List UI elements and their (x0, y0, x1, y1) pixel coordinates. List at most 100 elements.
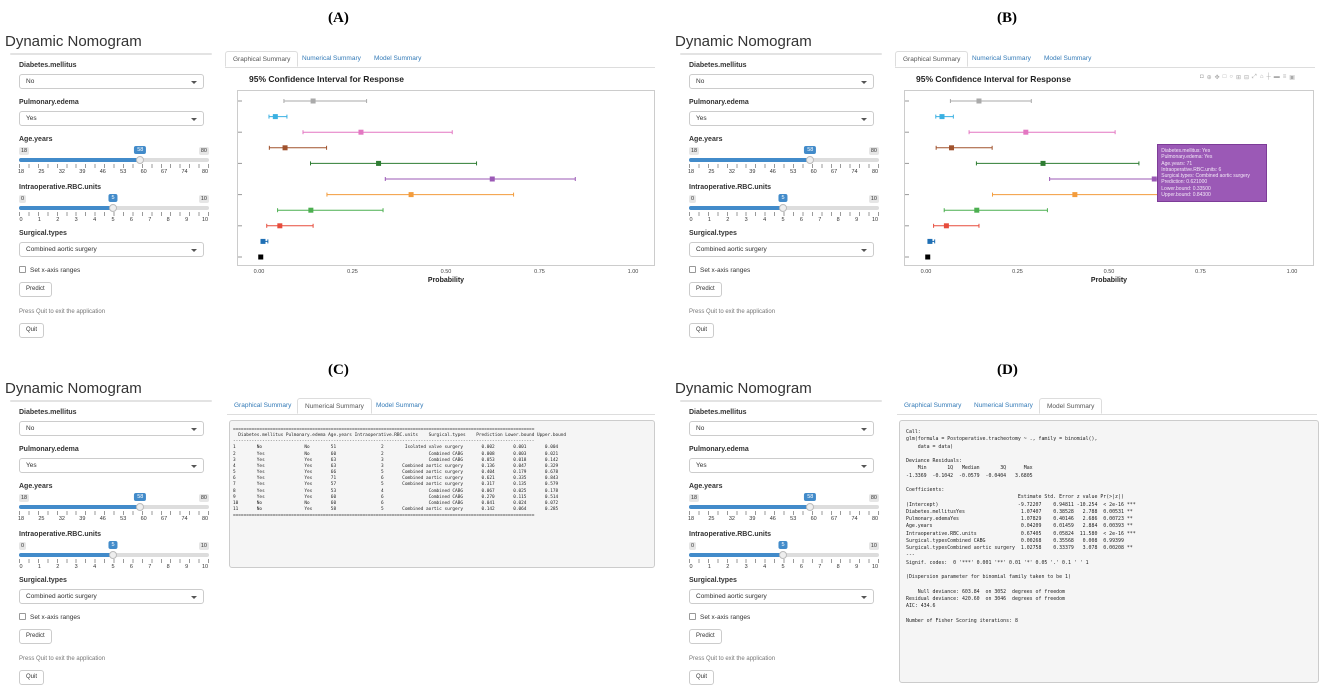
tab-numerical-summary[interactable]: Numerical Summary (295, 51, 368, 67)
ci-point[interactable] (949, 145, 955, 151)
zoom-out-icon[interactable]: ⊟ (1244, 74, 1249, 81)
tab-graphical-summary[interactable]: Graphical Summary (897, 398, 968, 414)
xaxis-range-checkbox[interactable]: Set x-axis ranges (19, 613, 80, 621)
ci-row[interactable] (933, 223, 980, 229)
ci-point[interactable] (974, 207, 980, 213)
pulmonary-select[interactable]: Yes (19, 111, 204, 126)
select-icon[interactable]: □ (1223, 74, 1227, 81)
lasso-icon[interactable]: ○ (1229, 74, 1233, 81)
rbc-slider[interactable]: 0 10 5 0 1 2 3 4 5 6 7 8 9 10 (19, 194, 209, 229)
tab-numerical-summary[interactable]: Numerical Summary (297, 398, 372, 414)
rbc-slider[interactable]: 0 10 5 0 1 2 3 4 5 6 7 8 9 10 (19, 541, 209, 576)
ci-point[interactable] (1023, 129, 1029, 135)
slider-handle[interactable] (779, 551, 787, 559)
ci-point[interactable] (943, 223, 949, 229)
surgical-select[interactable]: Combined aortic surgery (19, 242, 204, 257)
xaxis-range-checkbox[interactable]: Set x-axis ranges (689, 613, 750, 621)
ci-row[interactable] (260, 238, 269, 244)
ci-point[interactable] (272, 114, 278, 120)
predict-button[interactable]: Predict (19, 629, 52, 644)
tab-graphical-summary[interactable]: Graphical Summary (895, 51, 969, 67)
pan-icon[interactable]: ✥ (1215, 74, 1220, 81)
surgical-select[interactable]: Combined aortic surgery (19, 589, 204, 604)
ci-row[interactable] (992, 192, 1176, 198)
ci-row[interactable] (935, 114, 954, 120)
checkbox-box[interactable] (19, 266, 26, 273)
tab-model-summary[interactable]: Model Summary (369, 398, 430, 414)
tab-numerical-summary[interactable]: Numerical Summary (967, 398, 1040, 414)
rbc-slider[interactable]: 0 10 5 0 1 2 3 4 5 6 7 8 9 10 (689, 541, 879, 576)
ci-point[interactable] (1040, 160, 1046, 166)
zoom-in-icon[interactable]: ⊞ (1236, 74, 1241, 81)
ci-row[interactable] (384, 176, 576, 182)
tab-graphical-summary[interactable]: Graphical Summary (227, 398, 298, 414)
ci-row[interactable] (927, 238, 936, 244)
slider-handle[interactable] (779, 204, 787, 212)
ci-row[interactable] (968, 129, 1116, 135)
tab-model-summary[interactable]: Model Summary (1037, 51, 1098, 67)
pulmonary-select[interactable]: Yes (689, 458, 874, 473)
age-slider[interactable]: 18 80 58 18 25 32 39 46 53 60 67 74 80 (18, 146, 209, 181)
quit-button[interactable]: Quit (19, 323, 45, 338)
slider-handle[interactable] (806, 503, 815, 511)
diabetes-select[interactable]: No (19, 421, 204, 436)
ci-point[interactable] (1072, 192, 1078, 198)
ci-row[interactable] (309, 160, 478, 166)
predict-button[interactable]: Predict (689, 629, 722, 644)
quit-button[interactable]: Quit (19, 670, 45, 685)
pulmonary-select[interactable]: Yes (19, 458, 204, 473)
predict-button[interactable]: Predict (19, 282, 52, 297)
surgical-select[interactable]: Combined aortic surgery (689, 589, 874, 604)
ci-row[interactable] (268, 145, 328, 151)
ci-row[interactable] (283, 98, 368, 104)
ci-row[interactable] (943, 207, 1048, 213)
ci-row[interactable] (975, 160, 1140, 166)
ci-row[interactable] (949, 98, 1032, 104)
slider-handle[interactable] (136, 156, 145, 164)
plotly-logo-icon[interactable]: ▣ (1289, 74, 1295, 81)
tab-graphical-summary[interactable]: Graphical Summary (225, 51, 299, 67)
ci-point[interactable] (260, 238, 266, 244)
slider-handle[interactable] (109, 204, 117, 212)
ci-row[interactable] (277, 207, 384, 213)
ci-row[interactable] (258, 254, 264, 260)
slider-handle[interactable] (109, 551, 117, 559)
surgical-select[interactable]: Combined aortic surgery (689, 242, 874, 257)
autoscale-icon[interactable]: ⤢ (1252, 74, 1257, 81)
camera-icon[interactable]: ◘ (1200, 74, 1204, 81)
xaxis-range-checkbox[interactable]: Set x-axis ranges (19, 266, 80, 274)
tab-model-summary[interactable]: Model Summary (1039, 398, 1103, 414)
ci-row[interactable] (302, 129, 453, 135)
age-slider[interactable]: 18 80 58 18 25 32 39 46 53 60 67 74 80 (688, 146, 879, 181)
checkbox-box[interactable] (689, 613, 696, 620)
ci-row[interactable] (935, 145, 993, 151)
reset-icon[interactable]: ⌂ (1260, 74, 1264, 81)
pulmonary-select[interactable]: Yes (689, 111, 874, 126)
ci-point[interactable] (358, 129, 364, 135)
age-slider[interactable]: 18 80 58 18 25 32 39 46 53 60 67 74 80 (18, 493, 209, 528)
ci-point[interactable] (376, 160, 382, 166)
predict-button[interactable]: Predict (689, 282, 722, 297)
ci-point[interactable] (1151, 176, 1157, 182)
ci-point[interactable] (925, 254, 931, 260)
tab-model-summary[interactable]: Model Summary (367, 51, 428, 67)
ci-point[interactable] (927, 238, 933, 244)
hover-closest-icon[interactable]: ▬ (1274, 74, 1280, 81)
checkbox-box[interactable] (19, 613, 26, 620)
zoom-icon[interactable]: ⊕ (1207, 74, 1212, 81)
slider-handle[interactable] (136, 503, 145, 511)
ci-point[interactable] (308, 207, 314, 213)
quit-button[interactable]: Quit (689, 670, 715, 685)
ci-point[interactable] (282, 145, 288, 151)
age-slider[interactable]: 18 80 58 18 25 32 39 46 53 60 67 74 80 (688, 493, 879, 528)
hover-compare-icon[interactable]: ≡ (1283, 74, 1287, 81)
ci-row[interactable] (266, 223, 314, 229)
quit-button[interactable]: Quit (689, 323, 715, 338)
diabetes-select[interactable]: No (689, 74, 874, 89)
rbc-slider[interactable]: 0 10 5 0 1 2 3 4 5 6 7 8 9 10 (689, 194, 879, 229)
ci-point[interactable] (258, 254, 264, 260)
diabetes-select[interactable]: No (19, 74, 204, 89)
diabetes-select[interactable]: No (689, 421, 874, 436)
tab-numerical-summary[interactable]: Numerical Summary (965, 51, 1038, 67)
ci-point[interactable] (489, 176, 495, 182)
